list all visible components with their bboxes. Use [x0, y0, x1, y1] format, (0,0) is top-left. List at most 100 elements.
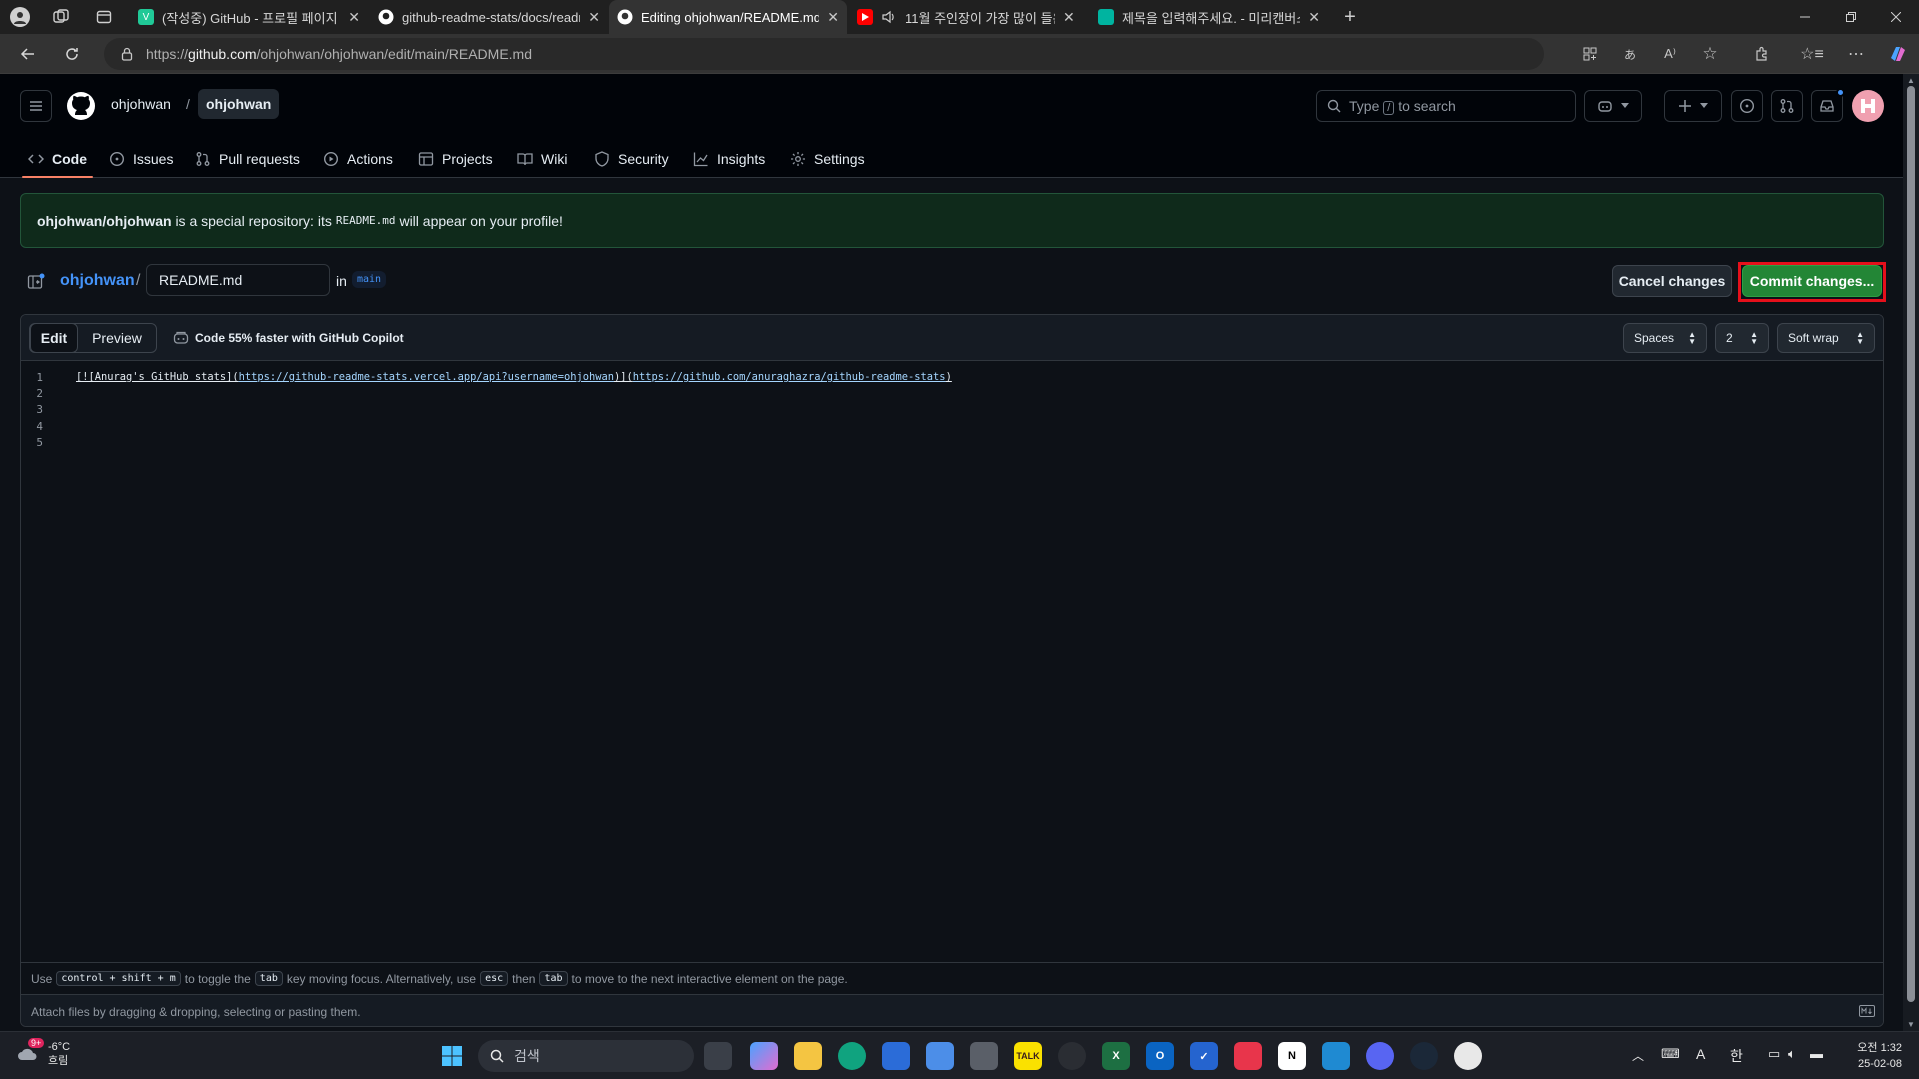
notice-repo-name: ohjohwan/ohjohwan: [37, 212, 172, 229]
copilot-app-icon[interactable]: [750, 1042, 778, 1070]
taskbar-search[interactable]: 검색: [478, 1040, 694, 1072]
scroll-thumb[interactable]: [1907, 86, 1915, 1002]
store-icon[interactable]: [882, 1042, 910, 1070]
notion-icon[interactable]: N: [1278, 1042, 1306, 1070]
close-icon[interactable]: ✕: [827, 9, 839, 26]
edit-tab[interactable]: Edit: [30, 323, 78, 353]
network-icon[interactable]: ▭: [1768, 1046, 1780, 1062]
weather-widget[interactable]: 9+ -6°C 흐림: [16, 1038, 70, 1068]
wrap-mode-select[interactable]: Soft wrap ▲ ▼: [1777, 323, 1875, 353]
discord-icon[interactable]: [1366, 1042, 1394, 1070]
translate-icon[interactable]: あ: [1614, 38, 1646, 70]
copilot-promo[interactable]: Code 55% faster with GitHub Copilot: [173, 331, 404, 345]
favorites-icon[interactable]: ☆≡: [1796, 38, 1828, 70]
tab-issues[interactable]: Issues: [109, 140, 173, 178]
tab-insights[interactable]: Insights: [693, 140, 765, 178]
close-icon[interactable]: ✕: [1063, 9, 1075, 26]
tab-settings[interactable]: Settings: [790, 140, 865, 178]
copilot-icon[interactable]: [1882, 38, 1914, 70]
clock[interactable]: 오전 1:32 25-02-08: [1842, 1040, 1902, 1072]
url-input[interactable]: https://github.com/ohjohwan/ohjohwan/edi…: [104, 38, 1544, 70]
minimize-icon[interactable]: [1782, 0, 1828, 34]
close-icon[interactable]: ✕: [348, 9, 360, 26]
indent-mode-select[interactable]: Spaces ▲ ▼: [1623, 323, 1707, 353]
scroll-up-arrow[interactable]: ▲: [1907, 76, 1915, 85]
indent-size-select[interactable]: 2 ▲ ▼: [1715, 323, 1769, 353]
close-icon[interactable]: ✕: [588, 9, 600, 26]
window-close-icon[interactable]: [1873, 0, 1919, 34]
alienware-icon[interactable]: [1058, 1042, 1086, 1070]
filename-input[interactable]: README.md: [146, 264, 330, 296]
task-view-icon[interactable]: [704, 1042, 732, 1070]
attach-files-bar[interactable]: Attach files by dragging & dropping, sel…: [21, 994, 1883, 1026]
tab-security[interactable]: Security: [594, 140, 669, 178]
outlook-icon[interactable]: O: [1146, 1042, 1174, 1070]
sidebar-toggle-icon[interactable]: [26, 272, 46, 292]
commit-changes-button[interactable]: Commit changes...: [1742, 265, 1882, 297]
browser-tab[interactable]: github-readme-stats/docs/readm ✕: [370, 0, 608, 34]
browser-tab[interactable]: 11월 주인장이 가장 많이 들은 ✕: [849, 0, 1087, 34]
page-scrollbar[interactable]: ▲ ▼: [1903, 74, 1919, 1031]
tab-projects[interactable]: Projects: [418, 140, 493, 178]
workspaces-icon[interactable]: [52, 8, 70, 26]
github-logo-icon[interactable]: [66, 91, 96, 121]
close-icon[interactable]: ✕: [1308, 9, 1320, 26]
owner-path-link[interactable]: ohjohwan: [60, 272, 135, 290]
excel-icon[interactable]: X: [1102, 1042, 1130, 1070]
extensions-icon[interactable]: [1746, 38, 1778, 70]
kakaotalk-icon[interactable]: TALK: [1014, 1042, 1042, 1070]
avatar[interactable]: [1852, 90, 1884, 122]
menu-button[interactable]: [20, 90, 52, 122]
tab-wiki[interactable]: Wiki: [517, 140, 567, 178]
app-available-icon[interactable]: [1574, 38, 1606, 70]
issues-button[interactable]: [1731, 90, 1763, 122]
tab-pull-requests[interactable]: Pull requests: [195, 140, 300, 178]
tab-label: Pull requests: [219, 151, 300, 167]
notice-file-code: README.md: [335, 214, 396, 227]
vertical-tabs-icon[interactable]: [95, 8, 113, 26]
scroll-down-arrow[interactable]: ▼: [1907, 1020, 1915, 1029]
volume-icon[interactable]: 🔈︎: [1788, 1046, 1796, 1062]
copilot-button[interactable]: [1584, 90, 1642, 122]
tab-code[interactable]: Code: [22, 140, 93, 178]
snipping-tool-icon[interactable]: [926, 1042, 954, 1070]
preview-tab[interactable]: Preview: [79, 323, 155, 353]
edge-icon[interactable]: [838, 1042, 866, 1070]
code-textarea[interactable]: 1 2 3 4 5 [![Anurag's GitHub stats](http…: [21, 361, 1883, 961]
more-options-icon[interactable]: ⋯: [1840, 38, 1872, 70]
clock-app-icon[interactable]: [1454, 1042, 1482, 1070]
read-aloud-icon[interactable]: A⁾: [1654, 38, 1686, 70]
search-input[interactable]: Type / to search: [1316, 90, 1576, 122]
pull-requests-button[interactable]: [1771, 90, 1803, 122]
chevron-up-icon[interactable]: ︿: [1632, 1047, 1644, 1064]
owner-link[interactable]: ohjohwan: [111, 96, 171, 112]
tab-label: Insights: [717, 151, 766, 167]
speaker-icon[interactable]: [881, 9, 897, 25]
restore-icon[interactable]: [1828, 0, 1874, 34]
steam-icon[interactable]: [1410, 1042, 1438, 1070]
lock-icon[interactable]: [120, 47, 134, 61]
tab-actions[interactable]: Actions: [323, 140, 393, 178]
input-mode-korean[interactable]: 한: [1730, 1046, 1743, 1066]
profile-icon[interactable]: [10, 7, 30, 27]
keyboard-icon[interactable]: ⌨: [1661, 1046, 1680, 1062]
battery-icon[interactable]: ▬: [1810, 1046, 1823, 1061]
vscode-icon[interactable]: [1322, 1042, 1350, 1070]
todo-icon[interactable]: ✓: [1190, 1042, 1218, 1070]
favorite-star-icon[interactable]: ☆: [1694, 38, 1726, 70]
create-new-button[interactable]: [1664, 90, 1722, 122]
start-icon[interactable]: [438, 1042, 466, 1070]
refresh-icon[interactable]: [56, 38, 88, 70]
browser-tab[interactable]: 제목을 입력해주세요. - 미리캔버스 ✕: [1090, 0, 1328, 34]
cancel-changes-button[interactable]: Cancel changes: [1612, 265, 1732, 297]
input-mode-a[interactable]: A: [1696, 1046, 1705, 1062]
dice-app-icon[interactable]: [1234, 1042, 1262, 1070]
inbox-button[interactable]: [1811, 88, 1845, 122]
browser-tab-active[interactable]: Editing ohjohwan/README.md at ✕: [609, 0, 847, 34]
browser-tab[interactable]: V (작성중) GitHub - 프로필 페이지 ✕: [130, 0, 368, 34]
new-tab-icon[interactable]: +: [1340, 6, 1360, 28]
back-icon[interactable]: [12, 38, 44, 70]
file-explorer-icon[interactable]: [794, 1042, 822, 1070]
calculator-icon[interactable]: [970, 1042, 998, 1070]
repo-link[interactable]: ohjohwan: [198, 89, 280, 119]
